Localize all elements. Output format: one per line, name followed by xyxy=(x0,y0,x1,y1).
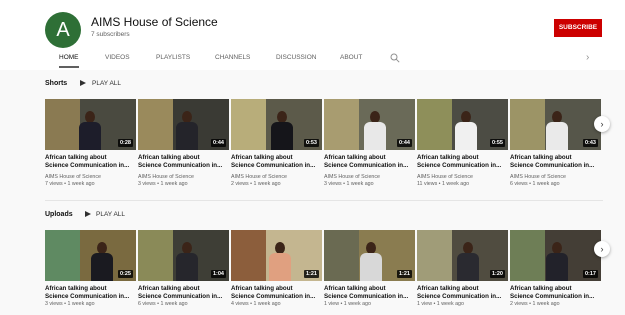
video-title[interactable]: African talking about Science Communicati… xyxy=(231,285,322,301)
channel-header: A AIMS House of Science 7 subscribers SU… xyxy=(0,0,625,70)
video-channel-name[interactable]: AIMS House of Science xyxy=(45,174,136,181)
video-duration: 1:21 xyxy=(396,270,412,278)
shorts-section-title: Shorts xyxy=(45,80,68,87)
video-thumbnail[interactable]: 0:44 xyxy=(138,99,229,150)
shorts-next-button[interactable]: › xyxy=(594,116,610,132)
video-title[interactable]: African talking about Science Communicati… xyxy=(45,285,136,301)
video-duration: 0:55 xyxy=(489,139,505,147)
video-duration: 1:20 xyxy=(489,270,505,278)
video-card[interactable]: 0:17 African talking about Science Commun… xyxy=(510,230,601,308)
video-title[interactable]: African talking about Science Communicati… xyxy=(324,154,415,170)
section-divider xyxy=(45,200,603,201)
uploads-shelf: 0:25 African talking about Science Commun… xyxy=(45,230,605,315)
play-icon[interactable] xyxy=(85,211,91,217)
tab-playlists[interactable]: PLAYLISTS xyxy=(156,48,190,68)
video-thumbnail[interactable]: 1:21 xyxy=(324,230,415,281)
video-meta: 6 views • 1 week ago xyxy=(138,301,188,307)
video-title[interactable]: African talking about Science Communicati… xyxy=(417,154,508,170)
video-thumbnail[interactable]: 0:17 xyxy=(510,230,601,281)
video-meta: 3 views • 1 week ago xyxy=(138,181,188,187)
video-thumbnail[interactable]: 1:04 xyxy=(138,230,229,281)
video-duration: 0:53 xyxy=(303,139,319,147)
video-thumbnail[interactable]: 0:43 xyxy=(510,99,601,150)
channel-name: AIMS House of Science xyxy=(91,15,218,29)
video-title[interactable]: African talking about Science Communicati… xyxy=(231,154,322,170)
video-thumbnail[interactable]: 0:28 xyxy=(45,99,136,150)
tab-discussion[interactable]: DISCUSSION xyxy=(276,48,316,68)
video-card[interactable]: 0:55 African talking about Science Commun… xyxy=(417,99,508,188)
tab-home[interactable]: HOME xyxy=(59,48,79,68)
video-meta: 6 views • 1 week ago xyxy=(510,181,560,187)
subscriber-count: 7 subscribers xyxy=(91,31,130,38)
video-thumbnail[interactable]: 0:55 xyxy=(417,99,508,150)
video-card[interactable]: 0:28 African talking about Science Commun… xyxy=(45,99,136,188)
video-meta: 3 views • 1 week ago xyxy=(324,181,374,187)
video-duration: 0:44 xyxy=(396,139,412,147)
video-card[interactable]: 0:43 African talking about Science Commun… xyxy=(510,99,601,188)
video-card[interactable]: 0:44 African talking about Science Commun… xyxy=(324,99,415,188)
channel-tabs: HOME VIDEOS PLAYLISTS CHANNELS DISCUSSIO… xyxy=(45,48,605,68)
video-duration: 0:25 xyxy=(117,270,133,278)
video-duration: 1:21 xyxy=(303,270,319,278)
video-duration: 0:17 xyxy=(582,270,598,278)
tab-channels[interactable]: CHANNELS xyxy=(215,48,250,68)
video-meta: 3 views • 1 week ago xyxy=(45,301,95,307)
video-thumbnail[interactable]: 0:53 xyxy=(231,99,322,150)
video-card[interactable]: 0:25 African talking about Science Commun… xyxy=(45,230,136,308)
video-meta: 7 views • 1 week ago xyxy=(45,181,95,187)
video-title[interactable]: African talking about Science Communicati… xyxy=(510,154,601,170)
uploads-section-title: Uploads xyxy=(45,211,73,218)
video-title[interactable]: African talking about Science Communicati… xyxy=(138,285,229,301)
video-channel-name[interactable]: AIMS House of Science xyxy=(324,174,415,181)
video-thumbnail[interactable]: 0:44 xyxy=(324,99,415,150)
video-channel-name[interactable]: AIMS House of Science xyxy=(138,174,229,181)
video-meta: 2 views • 1 week ago xyxy=(231,181,281,187)
video-thumbnail[interactable]: 1:20 xyxy=(417,230,508,281)
uploads-next-button[interactable]: › xyxy=(594,241,610,257)
video-card[interactable]: 1:04 African talking about Science Commun… xyxy=(138,230,229,308)
video-title[interactable]: African talking about Science Communicati… xyxy=(45,154,136,170)
channel-avatar[interactable]: A xyxy=(45,12,81,48)
tab-about[interactable]: ABOUT xyxy=(340,48,362,68)
video-duration: 0:28 xyxy=(117,139,133,147)
chevron-right-icon[interactable]: › xyxy=(586,52,596,64)
video-duration: 0:44 xyxy=(210,139,226,147)
video-meta: 4 views • 1 week ago xyxy=(231,301,281,307)
video-title[interactable]: African talking about Science Communicati… xyxy=(324,285,415,301)
video-card[interactable]: 1:21 African talking about Science Commun… xyxy=(324,230,415,308)
video-meta: 1 view • 1 week ago xyxy=(324,301,371,307)
subscribe-button[interactable]: SUBSCRIBE xyxy=(554,19,602,37)
video-card[interactable]: 1:21 African talking about Science Commun… xyxy=(231,230,322,308)
video-thumbnail[interactable]: 1:21 xyxy=(231,230,322,281)
uploads-play-all-button[interactable]: PLAY ALL xyxy=(96,211,125,218)
shorts-shelf: 0:28 African talking about Science Commun… xyxy=(45,99,605,191)
video-duration: 0:43 xyxy=(582,139,598,147)
search-icon[interactable] xyxy=(390,53,400,63)
video-channel-name[interactable]: AIMS House of Science xyxy=(231,174,322,181)
video-card[interactable]: 0:53 African talking about Science Commun… xyxy=(231,99,322,188)
video-duration: 1:04 xyxy=(210,270,226,278)
video-meta: 2 views • 1 week ago xyxy=(510,301,560,307)
video-card[interactable]: 1:20 African talking about Science Commun… xyxy=(417,230,508,308)
video-meta: 11 views • 1 week ago xyxy=(417,181,470,187)
video-meta: 1 view • 1 week ago xyxy=(417,301,464,307)
video-title[interactable]: African talking about Science Communicati… xyxy=(417,285,508,301)
tab-videos[interactable]: VIDEOS xyxy=(105,48,130,68)
channel-home-content: Shorts PLAY ALL 0:28 African talking abo… xyxy=(0,70,625,315)
video-title[interactable]: African talking about Science Communicati… xyxy=(138,154,229,170)
video-title[interactable]: African talking about Science Communicati… xyxy=(510,285,601,301)
shorts-play-all-button[interactable]: PLAY ALL xyxy=(92,80,121,87)
video-thumbnail[interactable]: 0:25 xyxy=(45,230,136,281)
video-card[interactable]: 0:44 African talking about Science Commun… xyxy=(138,99,229,188)
video-channel-name[interactable]: AIMS House of Science xyxy=(510,174,601,181)
video-channel-name[interactable]: AIMS House of Science xyxy=(417,174,508,181)
play-icon[interactable] xyxy=(80,80,86,86)
